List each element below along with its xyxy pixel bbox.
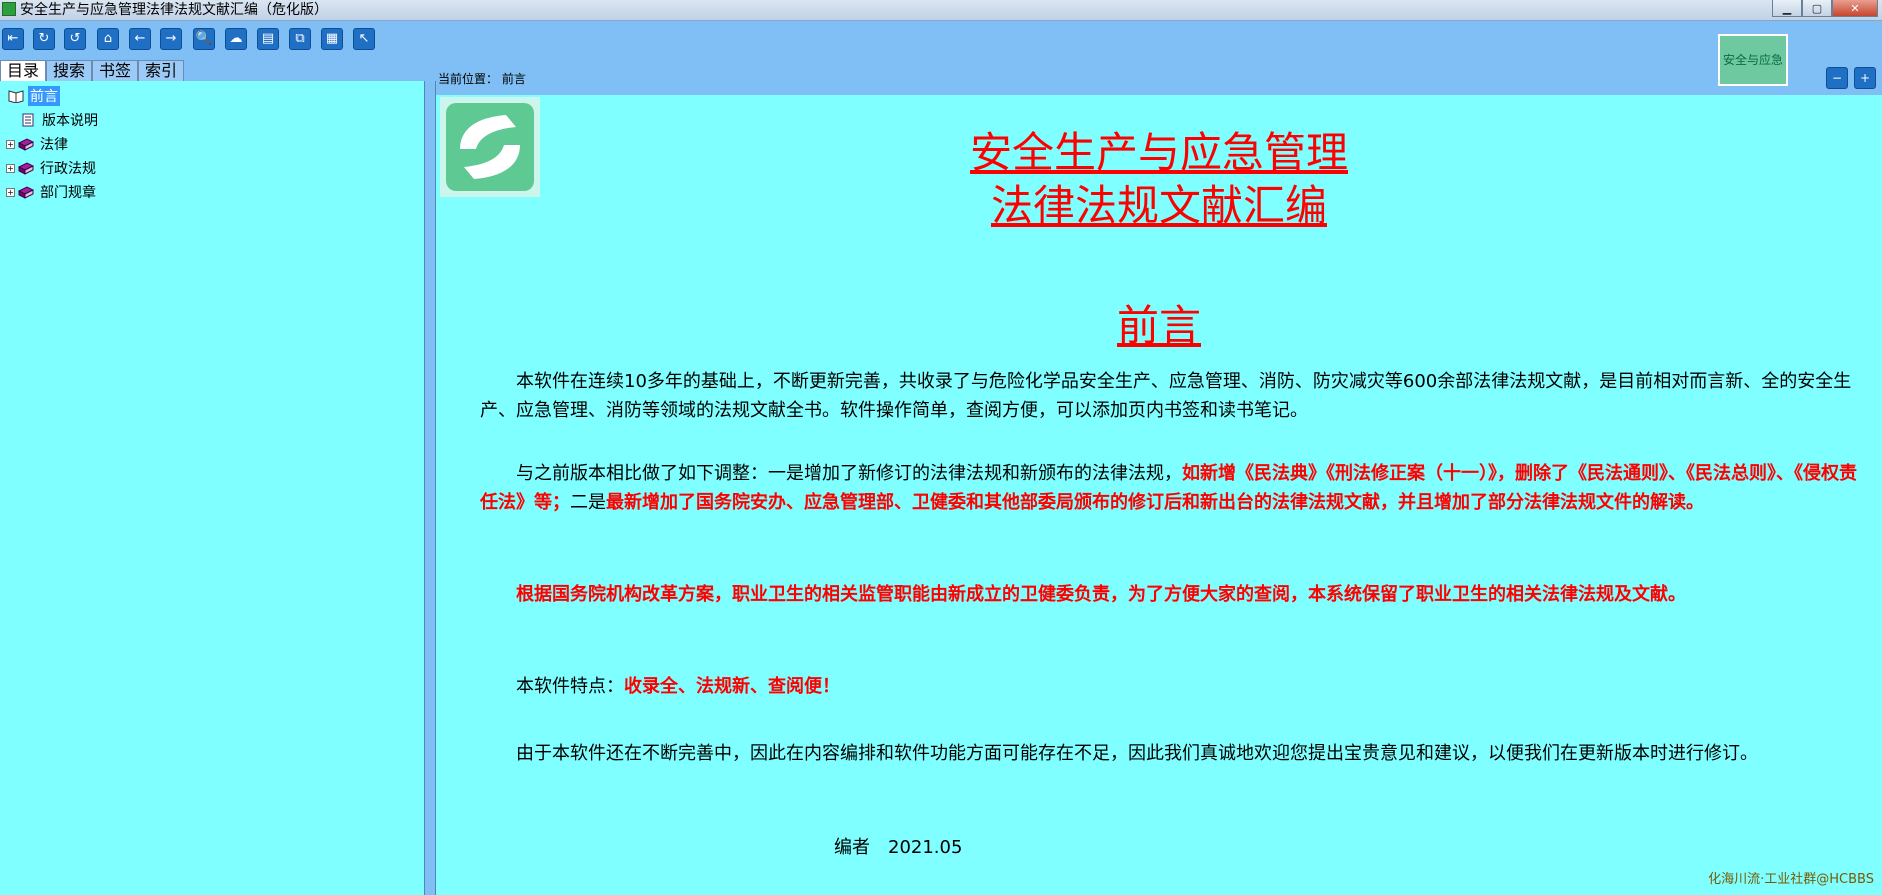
document-view: 安全生产与应急管理 法律法规文献汇编 前言 本软件在连续10多年的基础上，不断更… bbox=[436, 95, 1882, 895]
book-icon bbox=[18, 162, 34, 175]
tree-label: 版本说明 bbox=[42, 113, 98, 129]
window-controls: ▁ ▢ ✕ bbox=[1772, 0, 1878, 18]
para-4-text-b: 收录全、法规新、查阅便！ bbox=[624, 676, 840, 697]
paragraph-5: 由于本软件还在不断完善中，因此在内容编排和软件功能方面可能存在不足，因此我们真诚… bbox=[516, 743, 1758, 764]
tree-item-law[interactable]: + 法律 bbox=[6, 134, 70, 154]
maximize-button[interactable]: ▢ bbox=[1802, 0, 1832, 17]
signoff: 编者 2021.05 bbox=[834, 837, 963, 858]
tree-item-version[interactable]: 版本说明 bbox=[20, 110, 100, 130]
home-icon[interactable]: ⌂ bbox=[97, 28, 119, 50]
cloud-icon[interactable]: ☁ bbox=[225, 28, 247, 50]
refresh-icon[interactable]: ↻ bbox=[33, 28, 55, 50]
tree-label: 前言 bbox=[28, 86, 60, 106]
bookmark-icon[interactable]: ▦ bbox=[321, 28, 343, 50]
open-book-icon bbox=[8, 90, 24, 103]
tab-bookmarks[interactable]: 书签 bbox=[92, 60, 139, 81]
tree-item-admin-regulations[interactable]: + 行政法规 bbox=[6, 158, 98, 178]
app-icon bbox=[2, 2, 16, 16]
toc-tree: 前言 版本说明 + 法律 + 行政法规 + 部门规章 bbox=[0, 81, 424, 895]
title-bar: 安全生产与应急管理法律法规文献汇编（危化版） ▁ ▢ ✕ bbox=[0, 0, 1882, 21]
watermark: 化海川流·工业社群@HCBBS bbox=[1708, 872, 1874, 887]
notes-icon[interactable]: ▤ bbox=[257, 28, 279, 50]
brand-badge: 安全与应急 bbox=[1718, 34, 1788, 86]
reload-icon[interactable]: ↺ bbox=[64, 28, 86, 50]
tree-label: 行政法规 bbox=[40, 161, 96, 177]
tab-index[interactable]: 索引 bbox=[138, 60, 185, 81]
doc-title-line-2: 法律法规文献汇编 bbox=[990, 181, 1327, 230]
tree-item-preface[interactable]: 前言 bbox=[8, 86, 60, 106]
current-location: 当前位置： 前言 bbox=[438, 72, 526, 86]
paragraph-1: 本软件在连续10多年的基础上，不断更新完善，共收录了与危险化学品安全生产、应急管… bbox=[480, 371, 1852, 421]
para-2-text-c: 二是 bbox=[570, 492, 606, 513]
tab-contents[interactable]: 目录 bbox=[0, 60, 47, 81]
para-2-text-d: 最新增加了国务院安办、应急管理部、卫健委和其他部委局颁布的修订后和新出台的法律法… bbox=[606, 492, 1704, 513]
page-icon bbox=[22, 113, 34, 127]
book-icon bbox=[18, 186, 34, 199]
pane-splitter[interactable] bbox=[424, 81, 436, 895]
para-2-text-a: 与之前版本相比做了如下调整：一是增加了新修订的法律法规和新颁布的法律法规， bbox=[516, 463, 1182, 484]
tree-item-dept-rules[interactable]: + 部门规章 bbox=[6, 182, 98, 202]
close-button[interactable]: ✕ bbox=[1832, 0, 1878, 17]
paragraph-4: 本软件特点：收录全、法规新、查阅便！ bbox=[480, 672, 1870, 701]
zoom-out-icon[interactable]: − bbox=[1826, 67, 1848, 89]
para-4-text-a: 本软件特点： bbox=[516, 676, 624, 697]
doc-heading: 前言 bbox=[1116, 301, 1201, 350]
toolbar: ⇤ ↻ ↺ ⌂ ← → 🔍 ☁ ▤ ⧉ ▦ ↖ bbox=[0, 21, 1882, 57]
pointer-icon[interactable]: ↖ bbox=[353, 28, 375, 50]
doc-title-line-1: 安全生产与应急管理 bbox=[969, 128, 1348, 177]
paragraph-2: 与之前版本相比做了如下调整：一是增加了新修订的法律法规和新颁布的法律法规，如新增… bbox=[480, 459, 1870, 517]
paragraph-3: 根据国务院机构改革方案，职业卫生的相关监管职能由新成立的卫健委负责，为了方便大家… bbox=[516, 584, 1686, 605]
minimize-button[interactable]: ▁ bbox=[1772, 0, 1802, 17]
tab-search[interactable]: 搜索 bbox=[46, 60, 93, 81]
search-icon[interactable]: 🔍 bbox=[193, 28, 215, 50]
expand-icon[interactable]: + bbox=[6, 163, 15, 173]
collapse-toc-icon[interactable]: ⇤ bbox=[2, 28, 24, 50]
sidebar: 前言 版本说明 + 法律 + 行政法规 + 部门规章 bbox=[0, 81, 426, 895]
forward-icon[interactable]: → bbox=[160, 28, 182, 50]
zoom-in-icon[interactable]: + bbox=[1854, 67, 1876, 89]
sidebar-tabs: 目录 搜索 书签 索引 bbox=[0, 60, 185, 81]
tree-label: 部门规章 bbox=[40, 185, 96, 201]
location-bar: 当前位置： 前言 bbox=[436, 62, 1882, 94]
expand-icon[interactable]: + bbox=[6, 187, 15, 197]
window-icon[interactable]: ⧉ bbox=[289, 28, 311, 50]
expand-icon[interactable]: + bbox=[6, 139, 15, 149]
window-title: 安全生产与应急管理法律法规文献汇编（危化版） bbox=[20, 2, 328, 18]
book-icon bbox=[18, 138, 34, 151]
tree-label: 法律 bbox=[40, 137, 68, 153]
back-icon[interactable]: ← bbox=[129, 28, 151, 50]
